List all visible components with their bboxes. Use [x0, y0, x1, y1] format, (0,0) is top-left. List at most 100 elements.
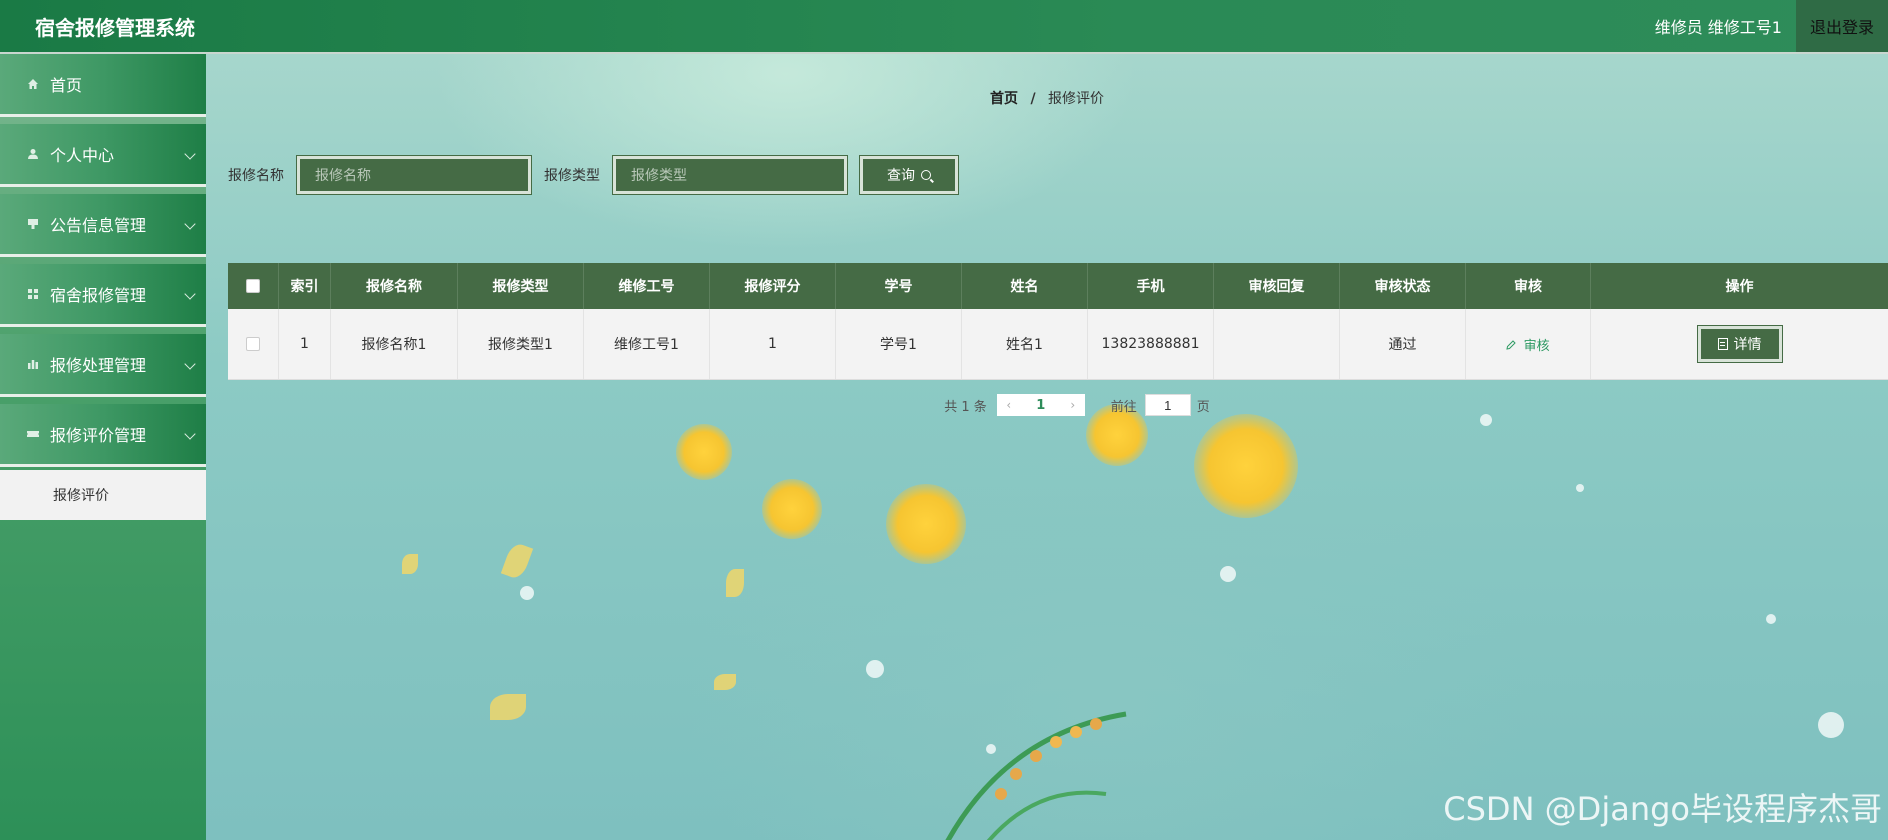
- search-form: 报修名称 报修类型 查询: [228, 156, 958, 194]
- sidebar-item-home[interactable]: 首页: [0, 54, 206, 117]
- prev-page-icon[interactable]: ‹: [997, 394, 1021, 416]
- sidebar: 首页 个人中心 公告信息管理 宿舍报修管理 报修处理管理 报修评价管理 报修评价: [0, 54, 206, 840]
- petal-decoration: [714, 674, 736, 690]
- sidebar-item-label: 宿舍报修管理: [50, 286, 147, 305]
- user-icon: [26, 147, 40, 161]
- column-header: 审核: [1466, 263, 1591, 309]
- sidebar-item-label: 报修处理管理: [50, 356, 147, 375]
- data-table: 索引 报修名称 报修类型 维修工号 报修评分 学号 姓名 手机 审核回复 审核状…: [228, 263, 1888, 380]
- petal-decoration: [500, 541, 534, 581]
- breadcrumb: 首页 / 报修评价: [206, 88, 1888, 108]
- flower-decoration: [762, 479, 822, 539]
- notice-icon: [26, 217, 40, 231]
- chevron-down-icon: [184, 218, 196, 230]
- bokeh-decoration: [520, 586, 534, 600]
- user-info: 维修员 维修工号1: [1654, 18, 1782, 37]
- plant-decoration: [945, 711, 1127, 840]
- bokeh-decoration: [866, 660, 884, 678]
- sidebar-item-label: 报修评价管理: [50, 426, 147, 445]
- sidebar-item-label: 公告信息管理: [50, 216, 147, 235]
- column-header: 审核状态: [1340, 263, 1466, 309]
- bokeh-decoration: [1576, 484, 1584, 492]
- breadcrumb-home[interactable]: 首页: [990, 91, 1018, 107]
- column-header: 手机: [1088, 263, 1214, 309]
- repair-type-input[interactable]: [613, 156, 847, 194]
- edit-icon: [1506, 339, 1517, 350]
- sidebar-item-label: 个人中心: [50, 146, 115, 165]
- home-icon: [26, 77, 40, 91]
- pagination-pager: ‹ 1 ›: [996, 394, 1085, 416]
- pagination-total: 共 1 条: [944, 399, 987, 415]
- main-content: 首页 / 报修评价 报修名称 报修类型 查询 索引 报修名称 报修类型 维修工号…: [206, 54, 1888, 840]
- cell-score: 1: [710, 309, 836, 379]
- chevron-down-icon: [184, 288, 196, 300]
- select-all-checkbox[interactable]: [246, 279, 260, 293]
- sidebar-subitem-repair-review[interactable]: 报修评价: [0, 470, 206, 520]
- sidebar-item-notice-management[interactable]: 公告信息管理: [0, 194, 206, 257]
- goto-label: 前往: [1110, 399, 1137, 415]
- sidebar-item-repair-review-management[interactable]: 报修评价管理: [0, 404, 206, 467]
- cell-student-id: 学号1: [836, 309, 962, 379]
- sidebar-item-repair-handling-management[interactable]: 报修处理管理: [0, 334, 206, 397]
- top-header: 宿舍报修管理系统 维修员 维修工号1 退出登录: [0, 0, 1888, 54]
- column-header: 报修评分: [710, 263, 836, 309]
- column-header: 索引: [279, 263, 331, 309]
- header-right: 维修员 维修工号1 退出登录: [1655, 0, 1888, 52]
- goto-page-input[interactable]: [1144, 394, 1191, 416]
- detail-button-label: 详情: [1733, 337, 1762, 353]
- grid-icon: [26, 287, 40, 301]
- flower-decoration: [886, 484, 966, 564]
- bokeh-decoration: [1818, 712, 1844, 738]
- ticket-icon: [26, 427, 40, 441]
- search-icon: [921, 170, 931, 180]
- repair-name-label: 报修名称: [228, 168, 284, 184]
- row-checkbox[interactable]: [246, 337, 260, 351]
- cell-student-name: 姓名1: [962, 309, 1088, 379]
- repair-type-label: 报修类型: [544, 168, 600, 184]
- watermark: CSDN @Django毕设程序杰哥: [1443, 790, 1882, 828]
- cell-audit: 审核: [1466, 309, 1591, 379]
- column-header: 报修名称: [331, 263, 458, 309]
- sidebar-item-label: 首页: [50, 76, 83, 95]
- document-icon: [1717, 338, 1728, 350]
- column-header: 审核回复: [1214, 263, 1340, 309]
- petal-decoration: [726, 569, 744, 597]
- chart-icon: [26, 357, 40, 371]
- logout-button[interactable]: 退出登录: [1796, 0, 1888, 52]
- breadcrumb-separator: /: [1030, 91, 1036, 107]
- cell-reply: [1214, 309, 1340, 379]
- search-button-label: 查询: [887, 168, 915, 184]
- repair-name-input[interactable]: [297, 156, 531, 194]
- cell-index: 1: [279, 309, 331, 379]
- cell-actions: 详情: [1591, 309, 1888, 379]
- pagination: 共 1 条 ‹ 1 › 前往 页: [206, 394, 1888, 416]
- flower-decoration: [676, 424, 732, 480]
- row-select-cell: [228, 309, 279, 379]
- cell-repair-name: 报修名称1: [331, 309, 458, 379]
- audit-link-label: 审核: [1523, 338, 1550, 354]
- table-row: 1 报修名称1 报修类型1 维修工号1 1 学号1 姓名1 1382388888…: [228, 309, 1888, 380]
- app-title: 宿舍报修管理系统: [35, 15, 195, 40]
- column-header: 操作: [1725, 279, 1754, 295]
- cell-phone: 13823888881: [1088, 309, 1214, 379]
- table-header-row: 索引 报修名称 报修类型 维修工号 报修评分 学号 姓名 手机 审核回复 审核状…: [228, 263, 1888, 309]
- select-all-cell: [228, 263, 279, 309]
- column-header: 维修工号: [584, 263, 710, 309]
- petal-decoration: [490, 694, 526, 720]
- cell-repair-type: 报修类型1: [458, 309, 584, 379]
- next-page-icon[interactable]: ›: [1061, 394, 1085, 416]
- chevron-down-icon: [184, 428, 196, 440]
- petal-decoration: [402, 554, 418, 574]
- detail-button[interactable]: 详情: [1697, 326, 1782, 362]
- audit-link[interactable]: 审核: [1506, 335, 1550, 354]
- search-button[interactable]: 查询: [860, 156, 958, 194]
- page-word: 页: [1196, 399, 1210, 415]
- sidebar-item-dorm-repair-management[interactable]: 宿舍报修管理: [0, 264, 206, 327]
- bokeh-decoration: [1220, 566, 1236, 582]
- bokeh-decoration: [1766, 614, 1776, 624]
- column-header: 学号: [836, 263, 962, 309]
- chevron-down-icon: [184, 148, 196, 160]
- page-number[interactable]: 1: [1021, 394, 1061, 416]
- cell-status: 通过: [1340, 309, 1466, 379]
- sidebar-item-personal-center[interactable]: 个人中心: [0, 124, 206, 187]
